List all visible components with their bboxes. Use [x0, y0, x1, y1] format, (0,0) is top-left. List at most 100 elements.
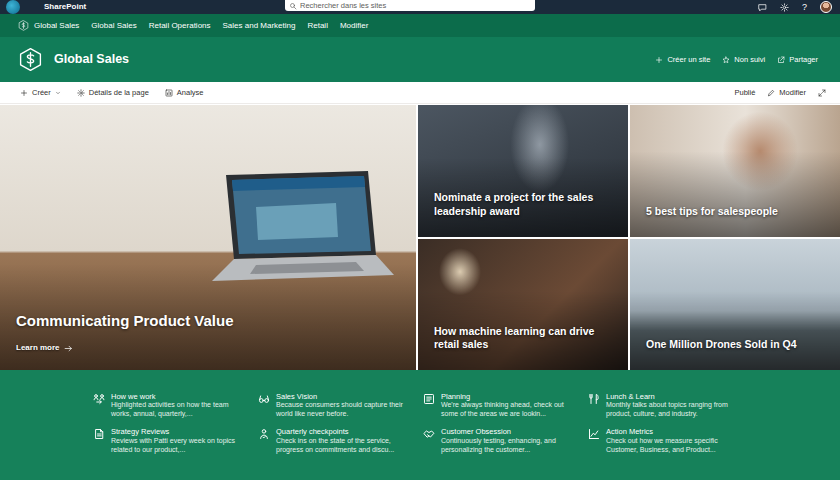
quick-link[interactable]: Quarterly checkpointsCheck ins on the st…	[258, 427, 423, 454]
hub-link[interactable]: Sales and Marketing	[223, 20, 296, 32]
hero-tile-title[interactable]: Nominate a project for the sales leaders…	[434, 191, 612, 218]
chat-icon	[758, 3, 767, 12]
command-button[interactable]: Créer	[20, 87, 61, 98]
quick-link-icon	[423, 393, 435, 405]
site-logo-icon	[18, 47, 43, 72]
suite-left: SharePoint	[6, 0, 285, 14]
command-button[interactable]: Analyse	[165, 87, 204, 98]
suite-icons: ?	[758, 0, 832, 14]
hub-link[interactable]: Retail Operations	[149, 20, 211, 32]
suite-bar: SharePoint?	[0, 0, 840, 14]
quick-link-icon	[258, 393, 270, 405]
arrow-right-icon	[64, 344, 73, 353]
command-label[interactable]: Détails de la page	[89, 87, 149, 98]
site-action-label[interactable]: Partager	[789, 54, 818, 65]
hero-tile[interactable]: One Million Drones Sold in Q4	[630, 239, 840, 371]
gear-icon	[77, 89, 85, 97]
quick-link-title[interactable]: How we work	[111, 392, 248, 401]
quick-link-icon	[588, 393, 600, 405]
analytics-icon	[165, 89, 173, 97]
quick-link-title[interactable]: Customer Obsession	[441, 427, 578, 436]
site-action-button[interactable]: Partager	[777, 54, 818, 65]
expand-icon	[818, 89, 826, 97]
command-right: Publié Modifier	[734, 87, 826, 98]
quick-link-description: Highlighted activities on how the team w…	[111, 401, 248, 419]
quick-link-description: Check ins on the state of the service, p…	[276, 437, 413, 455]
plus-icon	[655, 56, 663, 64]
gear-icon	[780, 3, 789, 12]
help-button[interactable]: ?	[802, 0, 807, 14]
hub-home-label[interactable]: Global Sales	[34, 20, 79, 32]
avatar-icon[interactable]	[820, 1, 832, 13]
quick-links-grid: How we workHighlighted activities on how…	[93, 392, 840, 455]
quick-link-icon	[258, 428, 270, 440]
hero-tile[interactable]: How machine learning can drive retail sa…	[418, 239, 628, 371]
laptop-photo	[186, 167, 396, 287]
plus-icon	[20, 89, 28, 97]
quick-link-description: Monthly talks about topics ranging from …	[606, 401, 743, 419]
settings-button[interactable]	[780, 3, 789, 12]
hub-link[interactable]: Global Sales	[91, 20, 136, 32]
hub-home[interactable]: Global Sales	[18, 20, 79, 32]
hero-tile-title[interactable]: One Million Drones Sold in Q4	[646, 338, 824, 352]
quick-link[interactable]: Sales VisionBecause consumers should cap…	[258, 392, 423, 419]
quick-link-icon	[93, 428, 105, 440]
command-label[interactable]: Créer	[32, 87, 51, 98]
learn-more-link[interactable]: Learn more	[16, 342, 400, 354]
learn-more-label[interactable]: Learn more	[16, 342, 60, 354]
hub-link[interactable]: Retail	[307, 20, 327, 32]
quick-link-title[interactable]: Action Metrics	[606, 427, 743, 436]
search-box[interactable]	[285, 0, 535, 11]
site-action-label[interactable]: Non suivi	[734, 54, 765, 65]
quick-link-title[interactable]: Strategy Reviews	[111, 427, 248, 436]
quick-link[interactable]: Action MetricsCheck out how we measure s…	[588, 427, 753, 454]
hero-tile-title[interactable]: 5 best tips for salespeople	[646, 205, 824, 219]
command-label[interactable]: Analyse	[177, 87, 204, 98]
quick-link-description: Reviews with Patti every week on topics …	[111, 437, 248, 455]
quick-link[interactable]: Strategy ReviewsReviews with Patti every…	[93, 427, 258, 454]
quick-link[interactable]: PlanningWe're always thinking ahead, che…	[423, 392, 588, 419]
quick-link-title[interactable]: Planning	[441, 392, 578, 401]
site-action-button[interactable]: Créer un site	[655, 54, 710, 65]
hub-nav: Global Sales Global Sales Retail Operation…	[0, 14, 840, 37]
hub-logo-icon	[18, 20, 29, 31]
publish-status: Publié	[734, 87, 755, 98]
quick-links: How we workHighlighted activities on how…	[0, 370, 840, 480]
chat-button[interactable]	[758, 3, 767, 12]
hero-main[interactable]: Communicating Product Value Learn more	[0, 105, 416, 370]
site-action-label[interactable]: Créer un site	[667, 54, 710, 65]
app-launcher-icon[interactable]	[6, 0, 20, 14]
command-bar: Créer Détails de la page Analyse Publié Modi…	[0, 82, 840, 104]
quick-link-icon	[93, 393, 105, 405]
quick-link-icon	[588, 428, 600, 440]
edit-button[interactable]: Modifier	[767, 87, 806, 98]
quick-link[interactable]: Customer ObsessionContinuously testing, …	[423, 427, 588, 454]
quick-link-description: Because consumers should capture their w…	[276, 401, 413, 419]
quick-link-description: Check out how we measure specific Custom…	[606, 437, 743, 455]
quick-link-title[interactable]: Lunch & Learn	[606, 392, 743, 401]
hero-title[interactable]: Communicating Product Value	[16, 310, 400, 333]
search-input[interactable]	[297, 0, 531, 11]
site-title[interactable]: Global Sales	[54, 50, 129, 69]
quick-link-title[interactable]: Quarterly checkpoints	[276, 427, 413, 436]
command-button[interactable]: Détails de la page	[77, 87, 149, 98]
site-action-button[interactable]: Non suivi	[722, 54, 765, 65]
hero-tile[interactable]: 5 best tips for salespeople	[630, 105, 840, 237]
hero-tile[interactable]: Nominate a project for the sales leaders…	[418, 105, 628, 237]
share-icon	[777, 56, 785, 64]
hero: Communicating Product Value Learn more Nom…	[0, 105, 840, 370]
quick-link-description: Continuously testing, enhancing, and per…	[441, 437, 578, 455]
edit-label[interactable]: Modifier	[779, 87, 806, 98]
site-actions: Créer un site Non suivi Partager	[655, 54, 818, 65]
chevron-down-icon	[55, 90, 61, 96]
command-left: Créer Détails de la page Analyse	[20, 87, 204, 98]
star-icon	[722, 56, 730, 64]
quick-link[interactable]: How we workHighlighted activities on how…	[93, 392, 258, 419]
hero-tile-title[interactable]: How machine learning can drive retail sa…	[434, 325, 612, 352]
quick-link[interactable]: Lunch & LearnMonthly talks about topics …	[588, 392, 753, 419]
expand-button[interactable]	[818, 89, 826, 97]
app-name[interactable]: SharePoint	[44, 0, 86, 14]
site-header: Global Sales Créer un site Non suivi Partag…	[0, 37, 840, 82]
hub-link[interactable]: Modifier	[340, 20, 368, 32]
quick-link-title[interactable]: Sales Vision	[276, 392, 413, 401]
